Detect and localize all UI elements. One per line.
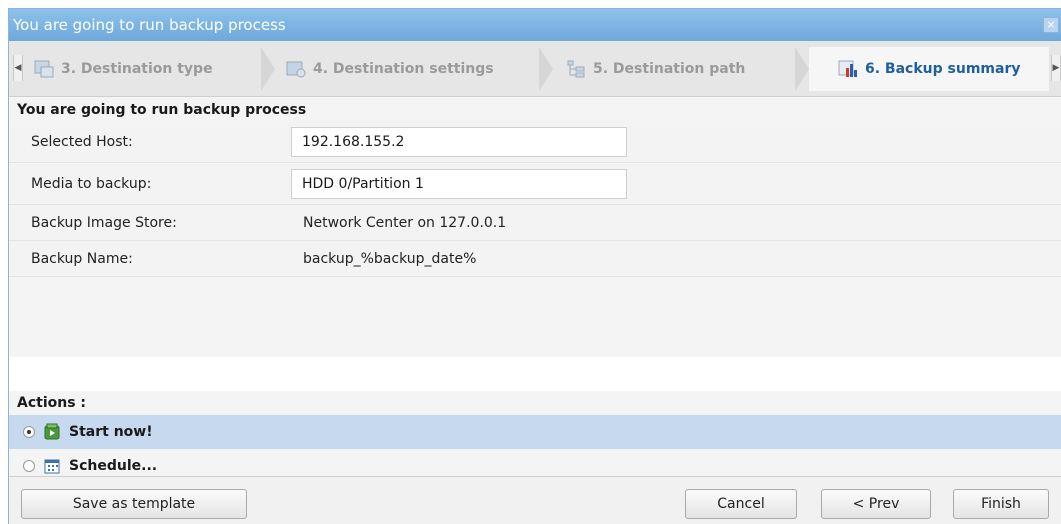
step-separator <box>539 47 553 91</box>
image-store-row: Backup Image Store: Network Center on 12… <box>9 205 1061 241</box>
step-label: 4. Destination settings <box>313 61 494 77</box>
step-separator <box>795 47 809 91</box>
backup-name-label: Backup Name: <box>31 250 133 267</box>
image-store-label: Backup Image Store: <box>31 214 177 231</box>
destination-type-icon <box>33 59 55 79</box>
step-destination-path[interactable]: 5. Destination path <box>565 55 745 83</box>
schedule-radio[interactable] <box>23 460 35 472</box>
dialog-titlebar: You are going to run backup process × <box>9 9 1061 41</box>
step-label: 6. Backup summary <box>865 61 1021 77</box>
wizard-steps: ◀ 3. Destination type 4. Destination set… <box>9 41 1061 97</box>
backup-name-row: Backup Name: backup_%backup_date% <box>9 241 1061 277</box>
destination-path-icon <box>565 59 587 79</box>
selected-host-label: Selected Host: <box>31 133 133 150</box>
media-field: HDD 0/Partition 1 <box>291 168 627 199</box>
media-label: Media to backup: <box>31 175 152 192</box>
image-store-value: Network Center on 127.0.0.1 <box>303 214 507 231</box>
cancel-button[interactable]: Cancel <box>685 489 797 519</box>
start-now-option[interactable]: Start now! <box>9 415 1061 449</box>
summary-heading: You are going to run backup process <box>9 99 1061 121</box>
step-label: 5. Destination path <box>593 61 746 77</box>
summary-table: Selected Host: 192.168.155.2 Media to ba… <box>9 121 1061 391</box>
scroll-right-icon[interactable]: ▶ <box>1051 55 1061 81</box>
step-destination-settings[interactable]: 4. Destination settings <box>285 55 494 83</box>
close-icon[interactable]: × <box>1043 17 1059 33</box>
dialog-title: You are going to run backup process <box>13 16 286 34</box>
media-row: Media to backup: HDD 0/Partition 1 <box>9 163 1061 205</box>
summary-empty-space <box>9 277 1061 357</box>
save-as-template-button[interactable]: Save as template <box>21 489 247 519</box>
finish-button[interactable]: Finish <box>953 489 1049 519</box>
backup-summary-icon <box>837 59 859 79</box>
step-destination-type[interactable]: 3. Destination type <box>33 55 213 83</box>
step-separator <box>261 47 275 91</box>
step-backup-summary[interactable]: 6. Backup summary <box>837 55 1020 83</box>
backup-name-value: backup_%backup_date% <box>303 250 477 267</box>
calendar-icon <box>43 457 61 475</box>
destination-settings-icon <box>285 59 307 79</box>
start-now-radio[interactable] <box>23 426 35 438</box>
selected-host-row: Selected Host: 192.168.155.2 <box>9 121 1061 163</box>
prev-button[interactable]: < Prev <box>821 489 931 519</box>
scroll-left-icon[interactable]: ◀ <box>13 55 23 81</box>
schedule-label: Schedule... <box>69 458 158 474</box>
selected-host-field: 192.168.155.2 <box>291 126 627 157</box>
actions-heading: Actions : <box>9 391 1061 415</box>
step-label: 3. Destination type <box>61 61 213 77</box>
start-now-icon <box>43 423 61 441</box>
dialog-footer: Save as template Cancel < Prev Finish <box>9 476 1061 524</box>
start-now-label: Start now! <box>69 424 153 440</box>
backup-dialog: You are going to run backup process × ◀ … <box>8 8 1061 524</box>
